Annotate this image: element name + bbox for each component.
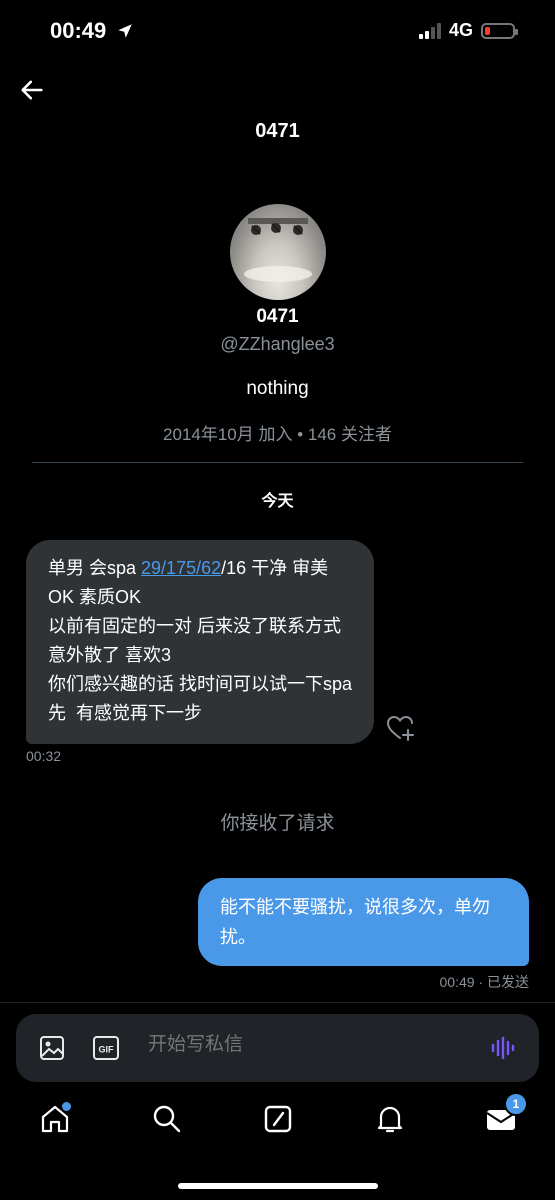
incoming-message-bubble[interactable]: 单男 会spa 29/175/62/16 干净 审美OK 素质OK 以前有固定的…: [26, 540, 374, 744]
tab-search[interactable]: [150, 1102, 184, 1136]
message-input[interactable]: [148, 1034, 448, 1056]
tab-bar: 1: [0, 1092, 555, 1154]
message-text-rest: /16 干净 审美OK 素质OK 以前有固定的一对 后来没了联系方式意外散了 喜…: [48, 558, 353, 723]
search-icon: [153, 1105, 181, 1133]
avatar[interactable]: [230, 204, 326, 300]
outgoing-meta: 00:49 · 已发送: [439, 974, 529, 990]
date-divider: 今天: [261, 493, 294, 510]
battery-icon: [481, 22, 518, 39]
image-icon[interactable]: [38, 1034, 66, 1062]
network-label: 4G: [448, 20, 473, 40]
message-text: 单男 会spa: [48, 558, 142, 578]
outgoing-message-bubble[interactable]: 能不能不要骚扰，说很多次，单勿扰。: [198, 878, 529, 966]
tab-home[interactable]: [38, 1100, 73, 1136]
heart-plus-icon[interactable]: [386, 714, 416, 742]
avatar-image: [244, 218, 312, 282]
tab-notifications[interactable]: [373, 1102, 407, 1136]
profile-bio: nothing: [246, 378, 309, 399]
profile-name: 0471: [256, 306, 299, 327]
message-composer: GIF: [16, 1014, 539, 1082]
composer-divider: [0, 1002, 555, 1003]
home-badge-dot: [60, 1100, 73, 1113]
profile-meta: 2014年10月 加入 • 146 关注者: [163, 425, 392, 444]
voice-wave-icon[interactable]: [489, 1034, 517, 1062]
outgoing-message-text: 能不能不要骚扰，说很多次，单勿扰。: [220, 897, 490, 947]
location-arrow-icon: [118, 24, 133, 38]
incoming-timestamp: 00:32: [26, 748, 62, 764]
messages-badge: 1: [504, 1092, 528, 1116]
tab-compose[interactable]: [261, 1102, 295, 1136]
status-time-text: 00:49: [50, 18, 107, 43]
profile-handle[interactable]: @ZZhanglee3: [0, 334, 555, 355]
page-title: 0471: [255, 120, 300, 142]
status-indicators: 4G: [418, 20, 518, 41]
home-indicator: [178, 1183, 378, 1189]
message-link[interactable]: 29/175/62: [141, 558, 221, 578]
compose-icon: [264, 1105, 292, 1133]
status-time: 00:49: [50, 18, 134, 44]
tab-messages[interactable]: 1: [484, 1092, 528, 1136]
bell-icon: [377, 1106, 403, 1133]
arrow-left-icon[interactable]: [18, 76, 46, 104]
system-notice: 你接收了请求: [220, 813, 335, 834]
gif-icon[interactable]: GIF: [92, 1034, 120, 1062]
divider: [32, 462, 523, 463]
svg-text:GIF: GIF: [99, 1045, 115, 1055]
signal-bars-icon: [418, 22, 441, 39]
